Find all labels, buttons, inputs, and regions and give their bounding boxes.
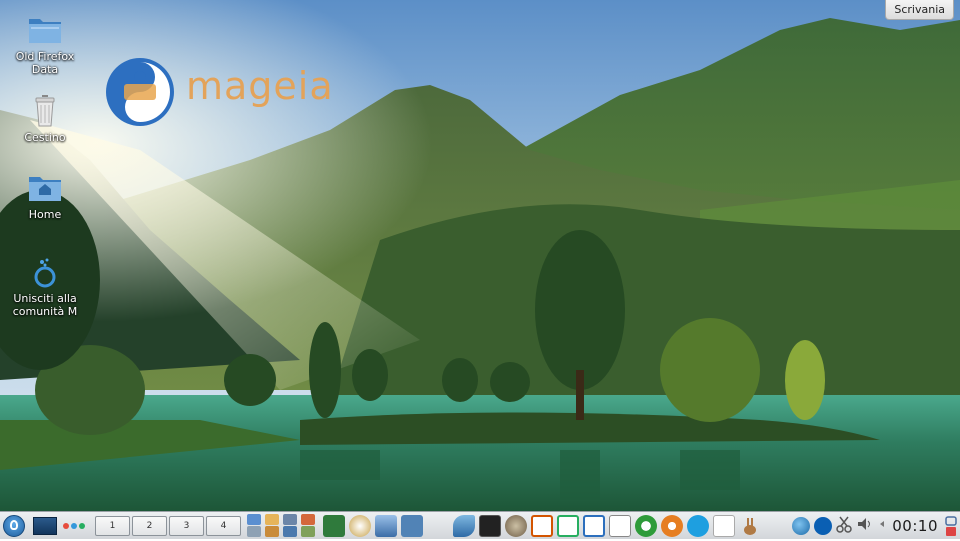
lock-logout-icon[interactable] — [944, 515, 958, 537]
quick-launch-item-icon[interactable] — [283, 526, 297, 537]
terminal-icon[interactable] — [479, 514, 501, 537]
pager-desktop-3[interactable]: 3 — [169, 515, 204, 536]
desktop-icon-label: Old Firefox Data — [15, 50, 75, 76]
application-launcher-button[interactable] — [3, 514, 25, 537]
quick-launch-item-icon[interactable] — [265, 514, 279, 525]
mageia-logo-text: mageia — [186, 64, 334, 108]
mageia-logo: mageia — [104, 56, 344, 128]
activity-dots-icon[interactable] — [63, 522, 85, 529]
sync-app-icon[interactable] — [635, 514, 657, 537]
tray-expand-icon[interactable] — [878, 515, 886, 537]
quick-launch-item-icon[interactable] — [247, 514, 261, 525]
network-globe-icon[interactable] — [792, 516, 811, 535]
contacts-app-icon[interactable] — [349, 514, 371, 537]
desktop-icon-label: Unisciti alla comunità M — [12, 292, 78, 318]
monitor-app-icon[interactable] — [323, 514, 345, 537]
desktop-icon-label: Home — [28, 208, 62, 221]
pager-desktop-2[interactable]: 2 — [132, 515, 167, 536]
desktop-toolbox-button[interactable]: Scrivania — [885, 0, 954, 20]
impress-icon[interactable] — [531, 514, 553, 537]
quick-launch-item-icon[interactable] — [283, 514, 297, 525]
home-folder-icon — [28, 172, 62, 206]
taskbar-panel: 1 2 3 4 00:10 — [0, 511, 960, 539]
desktop-icon-label: Cestino — [24, 131, 66, 144]
folder-icon — [28, 14, 62, 48]
trash-icon — [28, 95, 62, 129]
hp-printer-icon[interactable] — [814, 516, 833, 535]
calc-icon[interactable] — [557, 514, 579, 537]
volume-icon[interactable] — [856, 515, 874, 537]
desktop-icon-mageia-community[interactable]: Unisciti alla comunità M — [8, 256, 82, 318]
rabbit-app-icon[interactable] — [739, 515, 761, 537]
pager-desktop-4[interactable]: 4 — [206, 515, 241, 536]
virtual-desktop-pager: 1 2 3 4 — [95, 515, 241, 536]
cards-game-icon[interactable] — [609, 514, 631, 537]
system-monitor-icon[interactable] — [401, 514, 423, 537]
desktop-toolbox-label: Scrivania — [894, 3, 945, 16]
desktop-icon-trash[interactable]: Cestino — [8, 95, 82, 144]
mageia-logo-mark — [106, 58, 174, 126]
quick-launch-item-icon[interactable] — [301, 514, 315, 525]
dolphin-file-manager-icon[interactable] — [453, 514, 475, 537]
quick-launch-item-icon[interactable] — [247, 526, 261, 537]
writer-icon[interactable] — [583, 514, 605, 537]
panel-clock[interactable]: 00:10 — [892, 517, 938, 535]
skype-icon[interactable] — [687, 514, 709, 537]
scanner-app-icon[interactable] — [375, 514, 397, 537]
blender-icon[interactable] — [661, 514, 683, 537]
pager-desktop-1[interactable]: 1 — [95, 515, 130, 536]
desktop-icon-old-firefox-data[interactable]: Old Firefox Data — [8, 14, 82, 76]
desktop-icon-home[interactable]: Home — [8, 172, 82, 221]
show-desktop-button[interactable] — [33, 516, 57, 535]
system-tray: 00:10 — [790, 515, 960, 537]
quick-launch-item-icon[interactable] — [301, 526, 315, 537]
quick-launch-grid — [247, 514, 315, 537]
mageia-community-icon — [28, 256, 62, 290]
clipboard-scissors-icon[interactable] — [836, 515, 853, 537]
quick-launch-item-icon[interactable] — [265, 526, 279, 537]
document-icon[interactable] — [713, 514, 735, 537]
gimp-icon[interactable] — [505, 514, 527, 537]
